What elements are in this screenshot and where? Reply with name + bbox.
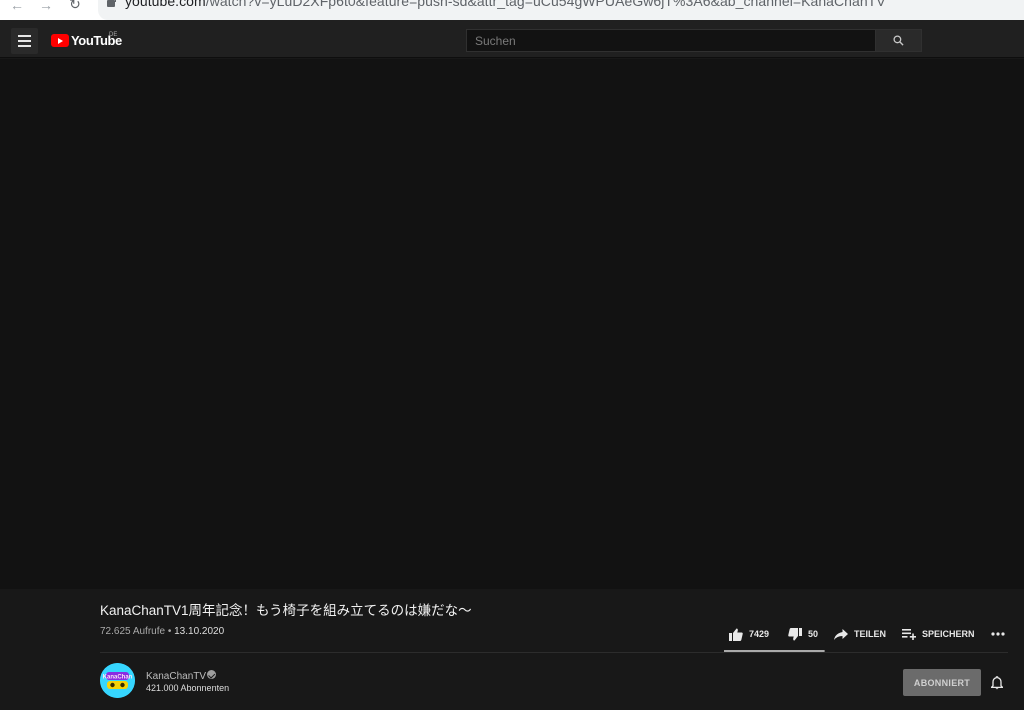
masthead: YouTube DE xyxy=(0,20,1024,58)
browser-toolbar: ← → ↻ youtube.com/watch?v=yLuD2XFp6t0&fe… xyxy=(0,0,1024,20)
channel-name[interactable]: KanaChanTV xyxy=(146,671,206,682)
save-label: SPEICHERN xyxy=(922,629,975,639)
youtube-play-icon xyxy=(51,34,69,47)
divider xyxy=(100,652,1008,653)
video-title: KanaChanTV1周年記念！もう椅子を組み立てるのは嫌だな～ xyxy=(100,603,472,618)
back-arrow-icon[interactable]: ← xyxy=(10,0,24,12)
like-button[interactable]: 7429 xyxy=(729,617,789,651)
video-info: KanaChanTV1周年記念！もう椅子を組み立てるのは嫌だな～ 72.625 … xyxy=(0,589,1024,710)
save-button[interactable]: SPEICHERN xyxy=(902,617,982,651)
more-actions-button[interactable] xyxy=(990,617,1006,651)
forward-arrow-icon[interactable]: → xyxy=(39,0,53,12)
subscribe-button[interactable]: ABONNIERT xyxy=(903,669,981,696)
svg-text:KanaChan: KanaChan xyxy=(103,675,133,681)
video-player[interactable] xyxy=(0,59,1024,589)
avatar-image: KanaChan xyxy=(100,663,135,698)
video-meta: 72.625 Aufrufe • 13.10.2020 xyxy=(100,626,225,637)
view-count: 72.625 Aufrufe xyxy=(100,626,166,637)
bell-icon xyxy=(991,676,1003,690)
address-bar[interactable]: youtube.com/watch?v=yLuD2XFp6t0&feature=… xyxy=(98,0,1024,20)
search-input[interactable] xyxy=(466,29,876,52)
thumbs-up-icon xyxy=(729,628,743,641)
hamburger-menu-button[interactable] xyxy=(11,28,38,54)
dislike-count: 50 xyxy=(808,629,819,639)
like-count: 7429 xyxy=(749,629,770,639)
youtube-logo[interactable]: YouTube DE xyxy=(51,32,122,48)
search-icon xyxy=(893,35,904,46)
upload-date: 13.10.2020 xyxy=(174,626,225,637)
subscriber-count: 421.000 Abonnenten xyxy=(146,683,230,693)
share-button[interactable]: TEILEN xyxy=(834,617,894,651)
lock-icon xyxy=(107,0,116,7)
share-icon xyxy=(834,628,848,640)
share-label: TEILEN xyxy=(854,629,887,639)
search-box xyxy=(466,29,922,52)
dislike-button[interactable]: 50 xyxy=(788,617,828,651)
notification-bell-button[interactable] xyxy=(988,674,1006,692)
search-button[interactable] xyxy=(876,29,922,52)
verified-badge-icon xyxy=(207,670,216,679)
thumbs-down-icon xyxy=(788,627,802,640)
playlist-add-icon xyxy=(902,628,916,640)
reload-icon[interactable]: ↻ xyxy=(68,0,82,11)
country-code: DE xyxy=(109,32,118,38)
more-horizontal-icon xyxy=(991,632,1005,636)
url-text: youtube.com/watch?v=yLuD2XFp6t0&feature=… xyxy=(125,0,886,9)
channel-avatar[interactable]: KanaChan xyxy=(100,663,135,698)
